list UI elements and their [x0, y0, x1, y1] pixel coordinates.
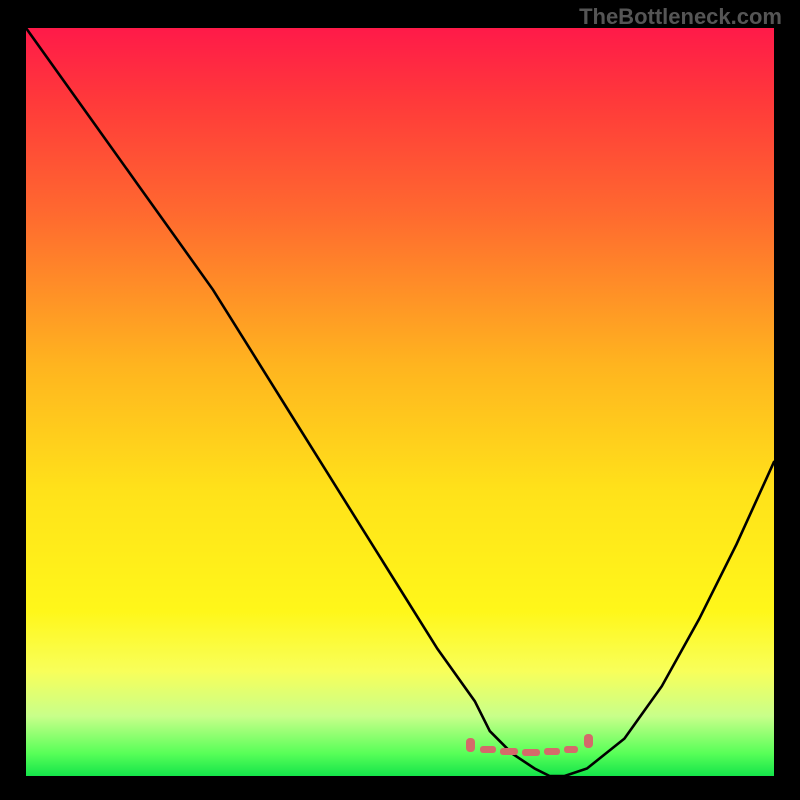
marker-dash	[522, 749, 540, 756]
marker-dash	[564, 746, 578, 753]
watermark-text: TheBottleneck.com	[579, 4, 782, 30]
marker-dash	[500, 748, 518, 755]
bottleneck-curve	[26, 28, 774, 776]
chart-plot-area	[26, 28, 774, 776]
marker-dot	[584, 734, 593, 748]
marker-dash	[544, 748, 560, 755]
marker-dash	[480, 746, 496, 753]
marker-dot	[466, 738, 475, 752]
